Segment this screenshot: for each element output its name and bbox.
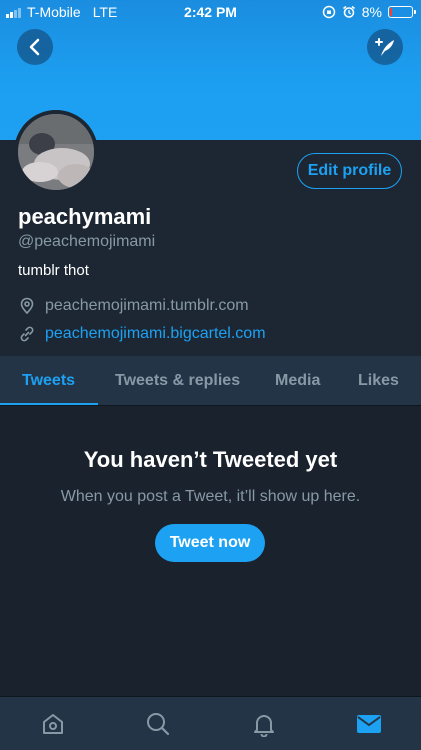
tabbar-notifications[interactable] bbox=[249, 709, 279, 739]
tab-tweets-and-replies[interactable]: Tweets & replies bbox=[115, 356, 240, 406]
battery-icon bbox=[388, 6, 416, 18]
status-bar: T-Mobile LTE 2:42 PM 8% bbox=[0, 0, 421, 24]
home-icon bbox=[43, 714, 63, 734]
edit-profile-button[interactable]: Edit profile bbox=[297, 153, 402, 189]
website-link[interactable]: peachemojimami.bigcartel.com bbox=[45, 325, 266, 343]
compose-feather-icon bbox=[375, 38, 394, 56]
avatar[interactable] bbox=[14, 110, 98, 194]
screen-rotation-lock-icon bbox=[322, 5, 336, 19]
tabbar-messages[interactable] bbox=[354, 709, 384, 739]
tweet-now-button[interactable]: Tweet now bbox=[155, 524, 265, 562]
empty-state-subtitle: When you post a Tweet, it’ll show up her… bbox=[60, 488, 361, 505]
profile-tabs: Tweets Tweets & replies Media Likes bbox=[0, 356, 421, 406]
location-row: peachemojimami.tumblr.com bbox=[18, 297, 249, 315]
notifications-bell-icon bbox=[254, 715, 274, 737]
tabbar-search[interactable] bbox=[143, 709, 173, 739]
alarm-clock-icon bbox=[342, 5, 355, 18]
avatar-photo bbox=[18, 114, 94, 190]
link-icon bbox=[20, 326, 34, 342]
status-right: 8% bbox=[322, 4, 416, 20]
back-button[interactable] bbox=[17, 29, 53, 65]
tab-tweets[interactable]: Tweets bbox=[22, 356, 75, 406]
user-handle: @peachemojimami bbox=[18, 233, 156, 250]
messages-envelope-icon bbox=[357, 715, 381, 733]
tab-likes[interactable]: Likes bbox=[358, 356, 399, 406]
location-text: peachemojimami.tumblr.com bbox=[45, 297, 249, 314]
display-name: peachymami bbox=[18, 204, 152, 229]
tab-media[interactable]: Media bbox=[275, 356, 320, 406]
tabbar-home[interactable] bbox=[38, 709, 68, 739]
bottom-tab-bar bbox=[0, 696, 421, 750]
empty-state-title: You haven’t Tweeted yet bbox=[83, 447, 338, 472]
battery-percentage: 8% bbox=[361, 4, 382, 20]
battery-level bbox=[390, 8, 392, 16]
website-row[interactable]: peachemojimami.bigcartel.com bbox=[18, 325, 266, 343]
search-icon bbox=[147, 713, 170, 736]
location-pin-icon bbox=[20, 297, 34, 315]
bio: tumblr thot bbox=[18, 262, 89, 279]
tweets-empty-state: You haven’t Tweeted yet When you post a … bbox=[0, 406, 421, 696]
compose-tweet-button[interactable] bbox=[367, 29, 403, 65]
chevron-left-icon bbox=[29, 38, 40, 56]
